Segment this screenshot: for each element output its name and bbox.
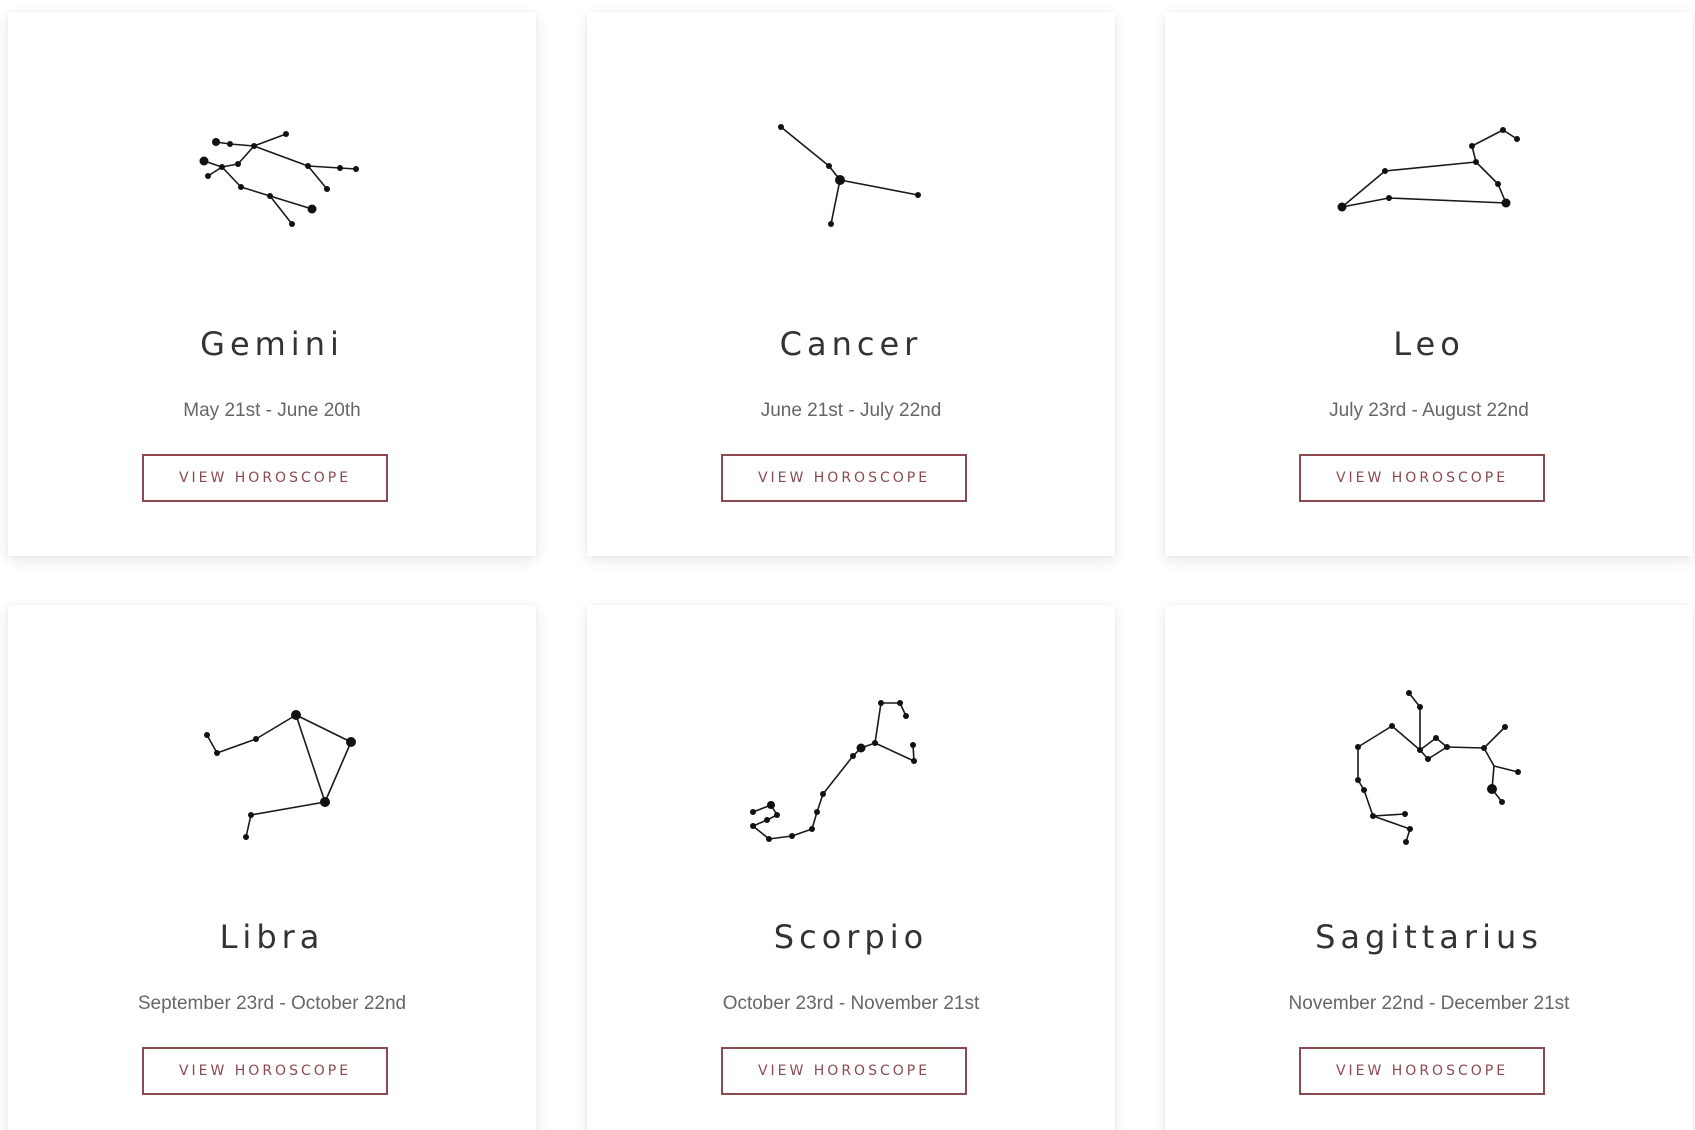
sign-dates: July 23rd - August 22nd bbox=[1329, 400, 1529, 421]
sign-name: Sagittarius bbox=[1315, 918, 1543, 956]
sign-dates: October 23rd - November 21st bbox=[722, 993, 980, 1014]
scorpio-constellation-icon bbox=[750, 700, 917, 842]
zodiac-card-sagittarius: Sagittarius November 22nd - December 21s… bbox=[1165, 605, 1693, 1130]
sign-name: Scorpio bbox=[773, 918, 929, 956]
zodiac-grid: Gemini May 21st - June 20th VIEW HOROSCO… bbox=[0, 0, 1695, 1130]
sign-name: Leo bbox=[1393, 325, 1465, 363]
view-horoscope-button-cancer[interactable]: VIEW HOROSCOPE bbox=[721, 454, 967, 502]
leo-constellation-icon bbox=[1337, 127, 1520, 212]
sign-dates: September 23rd - October 22nd bbox=[137, 993, 407, 1014]
zodiac-card-cancer: Cancer June 21st - July 22nd VIEW HOROSC… bbox=[587, 12, 1115, 556]
zodiac-card-leo: Leo July 23rd - August 22nd VIEW HOROSCO… bbox=[1165, 12, 1693, 556]
libra-constellation-icon bbox=[204, 710, 356, 840]
view-horoscope-button-leo[interactable]: VIEW HOROSCOPE bbox=[1299, 454, 1545, 502]
zodiac-card-libra: Libra September 23rd - October 22nd VIEW… bbox=[8, 605, 536, 1130]
sign-name: Libra bbox=[219, 918, 325, 956]
sign-name: Gemini bbox=[200, 325, 344, 363]
sagittarius-constellation-icon bbox=[1355, 690, 1521, 845]
zodiac-card-gemini: Gemini May 21st - June 20th VIEW HOROSCO… bbox=[8, 12, 536, 556]
view-horoscope-button-gemini[interactable]: VIEW HOROSCOPE bbox=[142, 454, 388, 502]
sign-dates: June 21st - July 22nd bbox=[760, 400, 942, 421]
zodiac-card-scorpio: Scorpio October 23rd - November 21st VIE… bbox=[587, 605, 1115, 1130]
view-horoscope-button-sagittarius[interactable]: VIEW HOROSCOPE bbox=[1299, 1047, 1545, 1095]
sign-dates: November 22nd - December 21st bbox=[1288, 993, 1570, 1014]
sign-name: Cancer bbox=[779, 325, 923, 363]
cancer-constellation-icon bbox=[778, 124, 921, 227]
view-horoscope-button-libra[interactable]: VIEW HOROSCOPE bbox=[142, 1047, 388, 1095]
sign-dates: May 21st - June 20th bbox=[183, 400, 361, 421]
gemini-constellation-icon bbox=[199, 131, 359, 227]
view-horoscope-button-scorpio[interactable]: VIEW HOROSCOPE bbox=[721, 1047, 967, 1095]
